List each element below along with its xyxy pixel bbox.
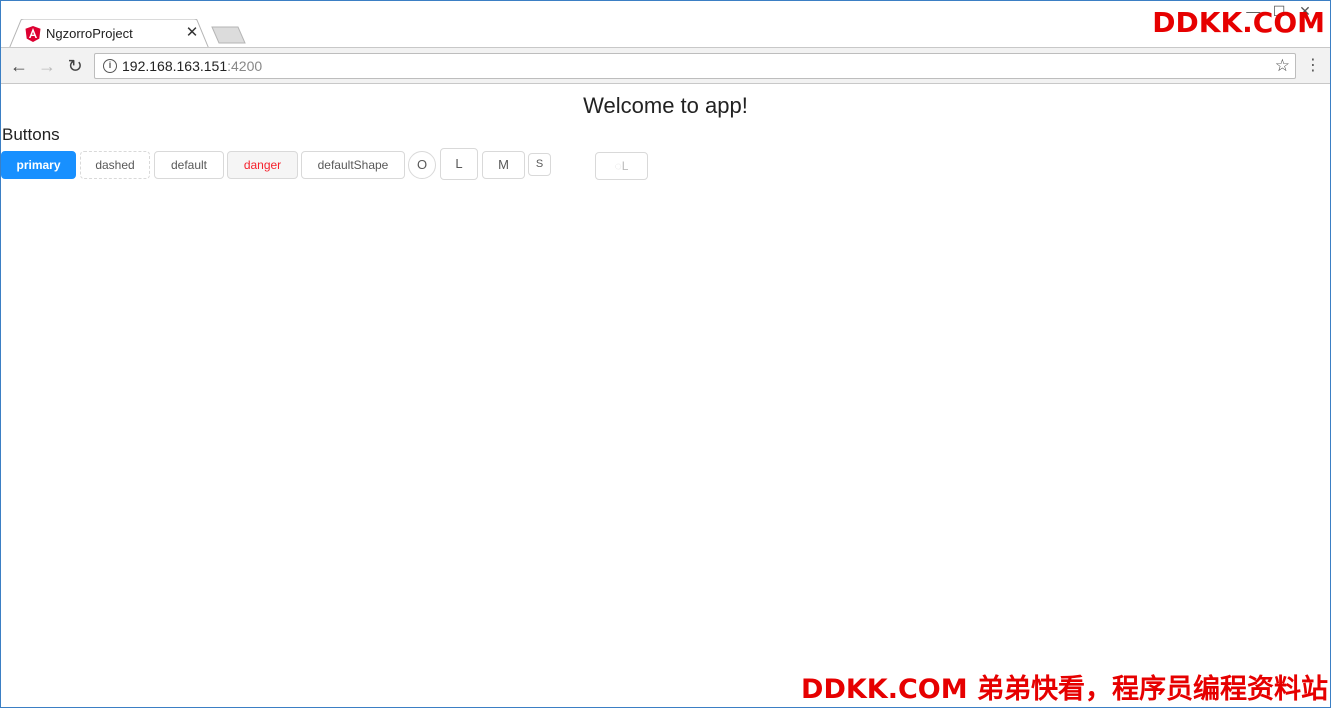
medium-button[interactable]: M — [482, 151, 525, 179]
watermark-bottom: DDKK.COM 弟弟快看，程序员编程资料站 — [801, 674, 1328, 705]
site-info-icon[interactable]: i — [103, 59, 117, 73]
default-button[interactable]: default — [154, 151, 224, 179]
tab-strip: NgzorroProject ✕ — ☐ ✕ — [1, 1, 1330, 49]
default-shape-button[interactable]: defaultShape — [301, 151, 405, 179]
section-title: Buttons — [2, 125, 60, 144]
watermark-top: DDKK.COM — [1152, 6, 1325, 39]
url-text[interactable]: 192.168.163.151:4200 — [122, 58, 262, 74]
angular-icon — [25, 26, 41, 42]
loading-button-label: L — [621, 159, 629, 173]
reload-icon[interactable]: ↻ — [64, 55, 86, 77]
bookmark-star-icon[interactable]: ☆ — [1275, 56, 1290, 76]
new-tab-button[interactable] — [211, 25, 247, 45]
danger-button[interactable]: danger — [227, 151, 298, 179]
small-button[interactable]: S — [528, 153, 551, 176]
browser-toolbar: ← → ↻ i 192.168.163.151:4200 ☆ ⋮ — [1, 47, 1330, 84]
address-bar[interactable]: i 192.168.163.151:4200 ☆ — [94, 53, 1296, 79]
url-host: 192.168.163.151 — [122, 58, 228, 74]
tab-close-icon[interactable]: ✕ — [184, 24, 200, 42]
back-icon[interactable]: ← — [8, 55, 30, 77]
primary-button[interactable]: primary — [1, 151, 76, 179]
loading-button[interactable]: ◌L — [595, 152, 648, 180]
circle-button[interactable]: O — [408, 151, 436, 179]
loading-spinner-icon: ◌ — [614, 159, 622, 173]
url-port: :4200 — [227, 58, 263, 74]
browser-menu-icon[interactable]: ⋮ — [1305, 56, 1321, 76]
tab-title: NgzorroProject — [46, 26, 133, 41]
page-content: Welcome to app! Buttons primary dashed d… — [1, 85, 1330, 707]
dashed-button[interactable]: dashed — [80, 151, 150, 179]
forward-icon[interactable]: → — [36, 55, 58, 77]
browser-tab[interactable]: NgzorroProject ✕ — [9, 19, 209, 49]
page-title: Welcome to app! — [583, 93, 748, 118]
large-button[interactable]: L — [440, 148, 478, 180]
